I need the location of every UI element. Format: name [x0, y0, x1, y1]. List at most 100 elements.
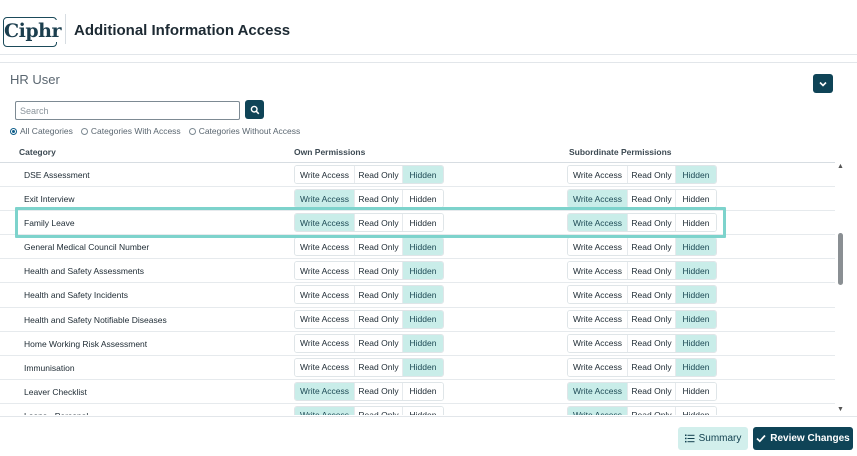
option-read[interactable]: Read Only: [355, 406, 403, 415]
option-hidden[interactable]: Hidden: [403, 238, 443, 256]
option-read[interactable]: Read Only: [628, 166, 676, 183]
permissions-table: DSE Assessment Write Access Read Only Hidde…: [0, 163, 835, 415]
option-hidden[interactable]: Hidden: [403, 190, 443, 208]
option-write[interactable]: Write Access: [295, 310, 355, 328]
option-write[interactable]: Write Access: [568, 334, 628, 352]
option-write[interactable]: Write Access: [568, 166, 628, 183]
option-hidden[interactable]: Hidden: [403, 382, 443, 400]
logo-text: Ciphr: [4, 20, 63, 42]
option-read[interactable]: Read Only: [355, 310, 403, 328]
option-write[interactable]: Write Access: [568, 382, 628, 400]
own-permission-toggle: Write AccessRead OnlyHidden: [294, 405, 444, 415]
option-hidden[interactable]: Hidden: [403, 262, 443, 280]
option-write[interactable]: Write Access: [568, 190, 628, 208]
scroll-down-icon[interactable]: ▼: [837, 406, 844, 413]
option-hidden[interactable]: Hidden: [676, 382, 716, 400]
section-title: HR User: [10, 72, 60, 87]
option-write[interactable]: Write Access: [568, 286, 628, 304]
scroll-up-icon[interactable]: ▲: [837, 163, 844, 170]
option-write[interactable]: Write Access: [568, 214, 628, 232]
option-hidden[interactable]: Hidden: [676, 334, 716, 352]
option-read[interactable]: Read Only: [628, 238, 676, 256]
filter-radio[interactable]: Categories With Access: [80, 126, 181, 136]
option-hidden[interactable]: Hidden: [676, 406, 716, 415]
option-read[interactable]: Read Only: [628, 334, 676, 352]
option-read[interactable]: Read Only: [355, 262, 403, 280]
option-write[interactable]: Write Access: [295, 382, 355, 400]
option-write[interactable]: Write Access: [295, 166, 355, 183]
option-read[interactable]: Read Only: [355, 238, 403, 256]
own-permission-toggle: Write AccessRead OnlyHidden: [294, 381, 444, 401]
option-write[interactable]: Write Access: [295, 262, 355, 280]
radio-icon[interactable]: [10, 127, 17, 135]
option-hidden[interactable]: Hidden: [403, 334, 443, 352]
subordinate-permission-toggle: Write AccessRead OnlyHidden: [567, 285, 717, 305]
option-hidden[interactable]: Hidden: [676, 262, 716, 280]
collapse-button[interactable]: [813, 74, 833, 93]
option-hidden[interactable]: Hidden: [676, 358, 716, 376]
option-read[interactable]: Read Only: [628, 358, 676, 376]
option-write[interactable]: Write Access: [568, 358, 628, 376]
summary-button[interactable]: Summary: [678, 427, 748, 450]
option-read[interactable]: Read Only: [628, 190, 676, 208]
option-read[interactable]: Read Only: [628, 406, 676, 415]
review-changes-button[interactable]: Review Changes: [753, 427, 853, 450]
option-write[interactable]: Write Access: [295, 214, 355, 232]
option-hidden[interactable]: Hidden: [676, 286, 716, 304]
option-hidden[interactable]: Hidden: [676, 166, 716, 183]
subordinate-permission-toggle: Write AccessRead OnlyHidden: [567, 237, 717, 257]
search-button[interactable]: [245, 100, 264, 119]
subordinate-permission-toggle: Write AccessRead OnlyHidden: [567, 405, 717, 415]
option-hidden[interactable]: Hidden: [403, 286, 443, 304]
page-title: Additional Information Access: [74, 22, 291, 39]
option-read[interactable]: Read Only: [355, 214, 403, 232]
check-icon: [756, 434, 766, 443]
scrollbar[interactable]: ▲ ▼: [837, 163, 845, 415]
option-write[interactable]: Write Access: [568, 310, 628, 328]
option-write[interactable]: Write Access: [295, 406, 355, 415]
option-read[interactable]: Read Only: [628, 214, 676, 232]
own-permission-toggle: Write AccessRead OnlyHidden: [294, 357, 444, 377]
option-read[interactable]: Read Only: [355, 286, 403, 304]
radio-icon[interactable]: [188, 127, 196, 135]
option-write[interactable]: Write Access: [568, 238, 628, 256]
option-hidden[interactable]: Hidden: [403, 310, 443, 328]
option-hidden[interactable]: Hidden: [403, 214, 443, 232]
option-hidden[interactable]: Hidden: [403, 358, 443, 376]
option-read[interactable]: Read Only: [355, 358, 403, 376]
option-read[interactable]: Read Only: [628, 262, 676, 280]
option-hidden[interactable]: Hidden: [676, 238, 716, 256]
filter-radio[interactable]: All Categories: [10, 126, 73, 136]
summary-label: Summary: [698, 433, 742, 444]
option-hidden[interactable]: Hidden: [403, 406, 443, 415]
option-write[interactable]: Write Access: [295, 286, 355, 304]
review-changes-label: Review Changes: [770, 433, 850, 444]
option-read[interactable]: Read Only: [628, 382, 676, 400]
option-hidden[interactable]: Hidden: [676, 214, 716, 232]
own-permission-toggle: Write AccessRead OnlyHidden: [294, 213, 444, 233]
option-hidden[interactable]: Hidden: [403, 166, 443, 183]
subordinate-permission-toggle: Write AccessRead OnlyHidden: [567, 309, 717, 329]
app-header: Ciphr Additional Information Access: [0, 0, 857, 55]
option-read[interactable]: Read Only: [355, 190, 403, 208]
column-category: Category: [19, 147, 56, 157]
option-write[interactable]: Write Access: [568, 406, 628, 415]
option-read[interactable]: Read Only: [628, 310, 676, 328]
option-hidden[interactable]: Hidden: [676, 310, 716, 328]
option-write[interactable]: Write Access: [568, 262, 628, 280]
option-read[interactable]: Read Only: [355, 382, 403, 400]
option-read[interactable]: Read Only: [355, 166, 403, 183]
filter-radio[interactable]: Categories Without Access: [188, 126, 300, 136]
scroll-thumb[interactable]: [838, 233, 843, 285]
option-write[interactable]: Write Access: [295, 358, 355, 376]
option-write[interactable]: Write Access: [295, 190, 355, 208]
subordinate-permission-toggle: Write AccessRead OnlyHidden: [567, 189, 717, 209]
option-read[interactable]: Read Only: [628, 286, 676, 304]
option-write[interactable]: Write Access: [295, 334, 355, 352]
search-input[interactable]: [15, 101, 240, 120]
option-write[interactable]: Write Access: [295, 238, 355, 256]
option-read[interactable]: Read Only: [355, 334, 403, 352]
table-row: Immunisation Write Access Read Only Hidden W…: [0, 356, 835, 380]
option-hidden[interactable]: Hidden: [676, 190, 716, 208]
radio-icon[interactable]: [80, 127, 88, 135]
